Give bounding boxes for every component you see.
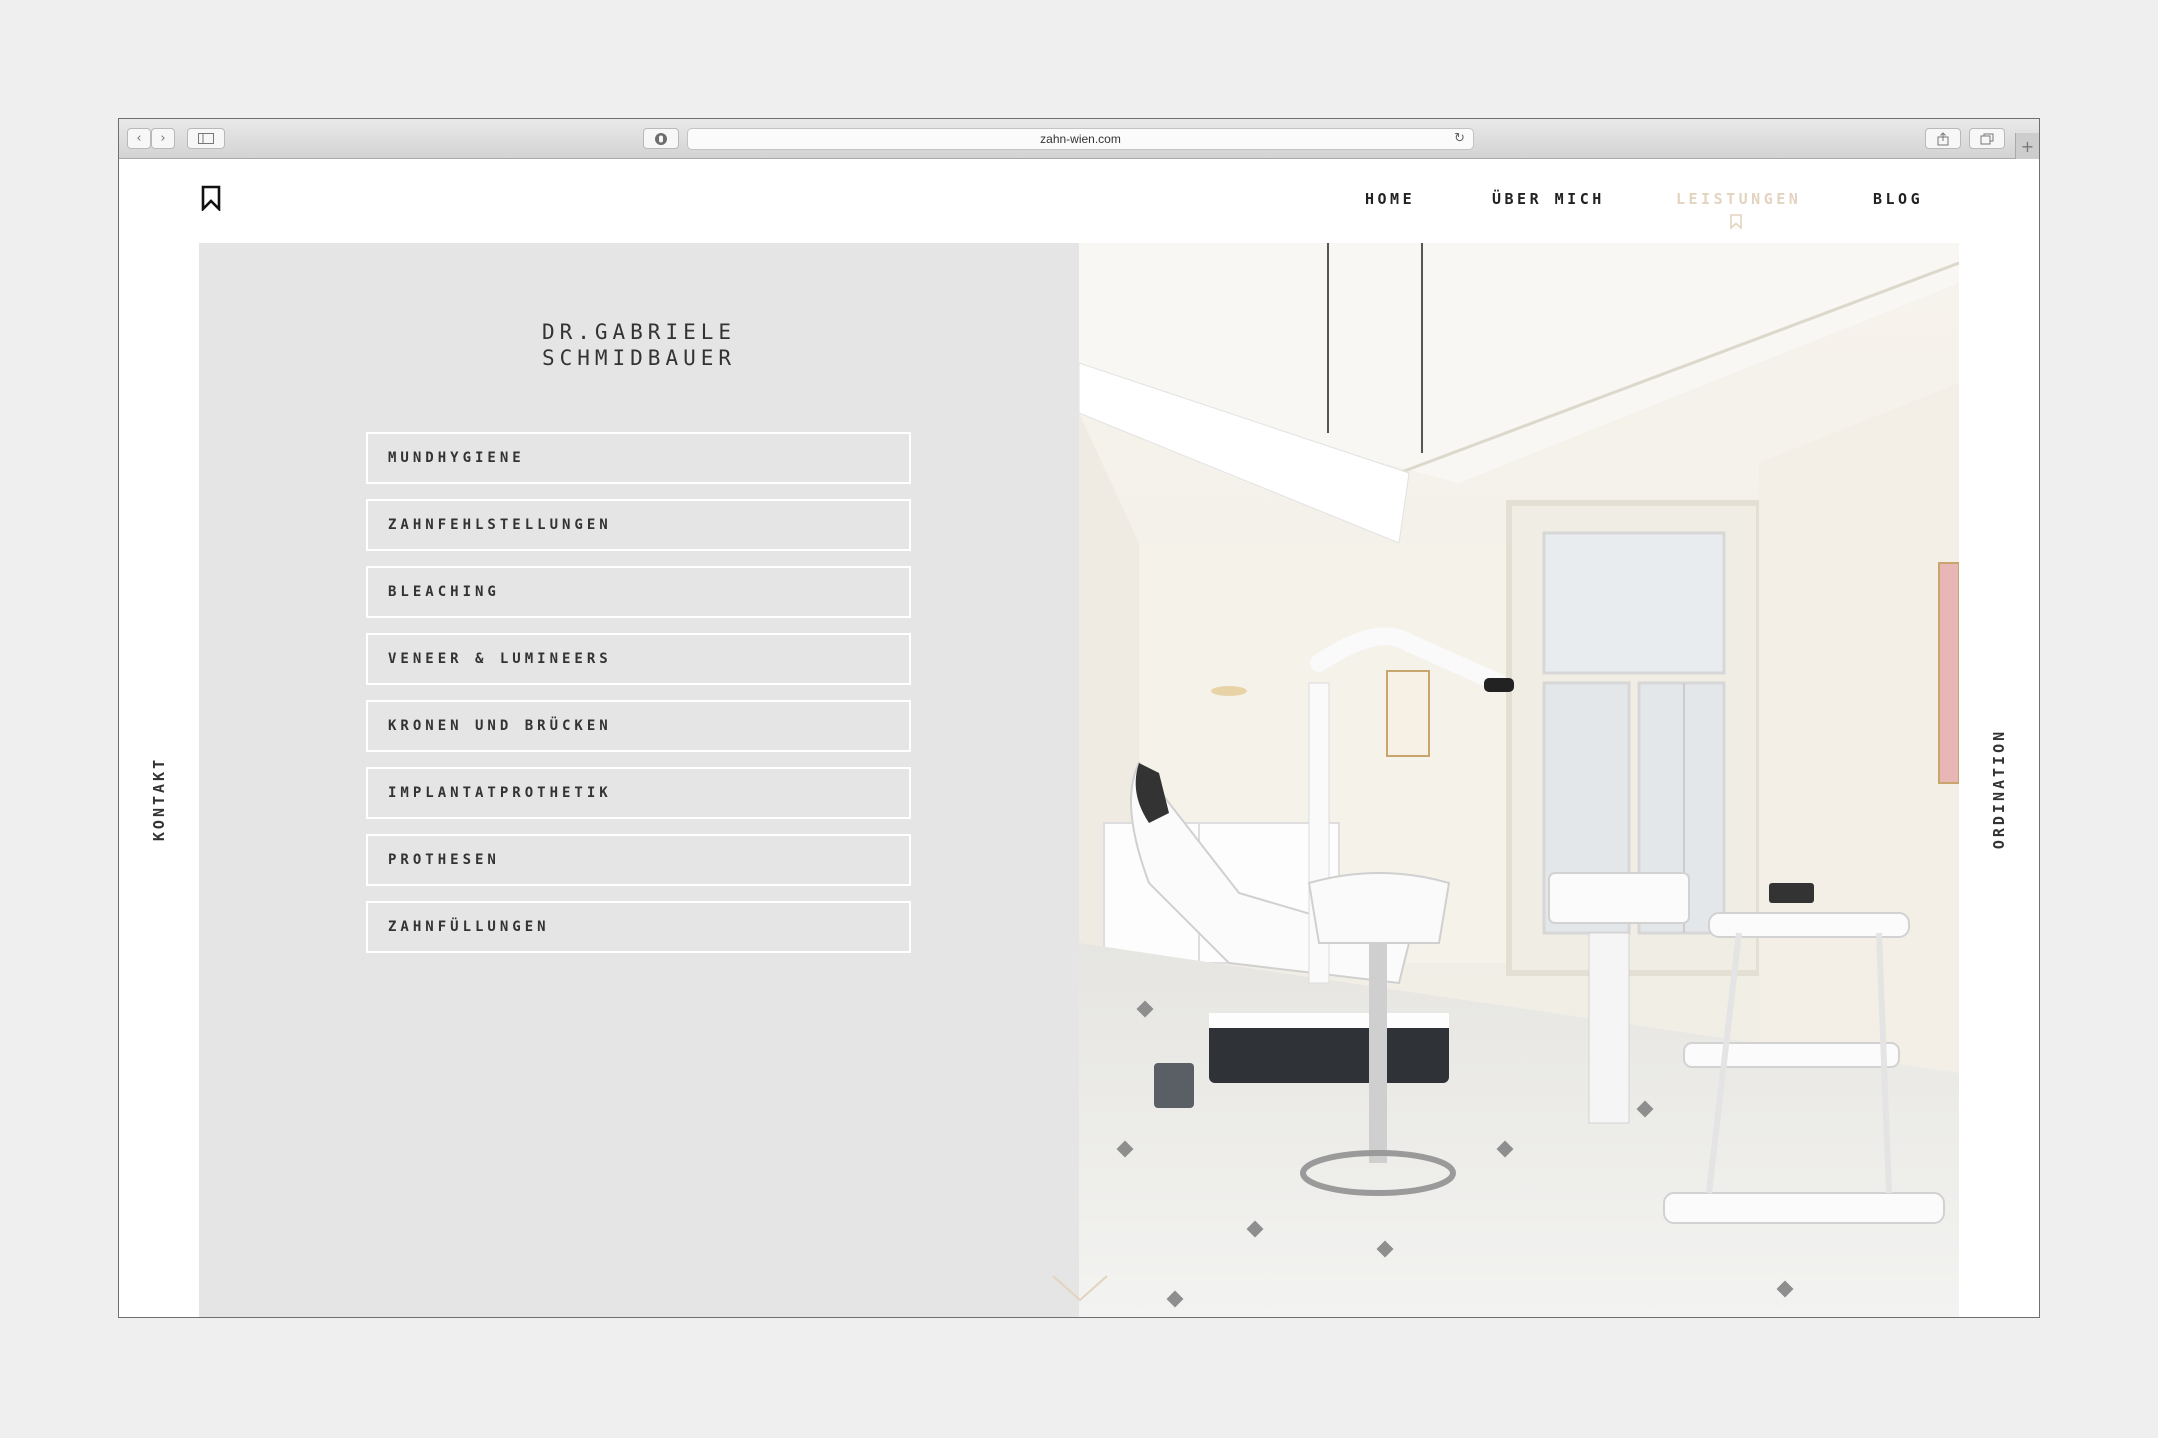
address-bar[interactable]: zahn-wien.com ↻: [687, 128, 1474, 150]
services-list: MUNDHYGIENE ZAHNFEHLSTELLUNGEN BLEACHING…: [366, 432, 911, 968]
plus-icon: +: [2020, 136, 2035, 156]
sidebar-toggle-button[interactable]: [187, 128, 225, 149]
forward-button[interactable]: ›: [151, 128, 175, 149]
chevron-right-icon: ›: [160, 131, 166, 146]
shield-icon: [655, 132, 667, 145]
nav-about[interactable]: ÜBER MICH: [1492, 190, 1605, 208]
nav-home[interactable]: HOME: [1365, 190, 1415, 208]
browser-toolbar: ‹ › zahn-wien.com ↻ +: [119, 119, 2039, 159]
service-button-dental-hygiene[interactable]: MUNDHYGIENE: [366, 432, 911, 484]
chevron-left-icon: ‹: [136, 131, 142, 146]
url-text: zahn-wien.com: [1040, 132, 1121, 146]
tabs-button[interactable]: [1969, 128, 2005, 149]
side-link-practice[interactable]: ORDINATION: [1990, 729, 2008, 849]
service-button-veneers[interactable]: VENEER & LUMINEERS: [366, 633, 911, 685]
sidebar-icon: [198, 133, 214, 144]
hero-section: DR.GABRIELE SCHMIDBAUER MUNDHYGIENE ZAHN…: [199, 243, 1959, 1317]
logo-icon[interactable]: [201, 185, 221, 211]
side-link-contact[interactable]: KONTAKT: [150, 757, 168, 841]
tabs-icon: [1980, 133, 1994, 144]
dental-office-photo: [1079, 243, 1959, 1317]
nav-services[interactable]: LEISTUNGEN: [1676, 190, 1801, 208]
services-panel: DR.GABRIELE SCHMIDBAUER MUNDHYGIENE ZAHN…: [199, 243, 1079, 1317]
share-icon: [1937, 131, 1949, 145]
back-button[interactable]: ‹: [127, 128, 151, 149]
website: HOME ÜBER MICH LEISTUNGEN BLOG KONTAKT O…: [119, 159, 2039, 1317]
browser-window: ‹ › zahn-wien.com ↻ + HOME ÜBER MICH LEI…: [118, 118, 2040, 1318]
service-button-bleaching[interactable]: BLEACHING: [366, 566, 911, 618]
reload-icon[interactable]: ↻: [1454, 131, 1465, 146]
active-bookmark-icon: [1730, 214, 1742, 230]
dental-room-illustration: [1079, 243, 1959, 1317]
nav-blog[interactable]: BLOG: [1873, 190, 1923, 208]
share-button[interactable]: [1925, 128, 1961, 149]
service-button-prostheses[interactable]: PROTHESEN: [366, 834, 911, 886]
doctor-name: DR.GABRIELE SCHMIDBAUER: [541, 320, 737, 370]
scroll-down-chevron-icon[interactable]: [1051, 1273, 1109, 1303]
service-button-crowns-bridges[interactable]: KRONEN UND BRÜCKEN: [366, 700, 911, 752]
new-tab-button[interactable]: +: [2015, 133, 2039, 159]
service-button-implant-prosthetics[interactable]: IMPLANTATPROTHETIK: [366, 767, 911, 819]
privacy-button[interactable]: [643, 128, 679, 149]
service-button-misalignment[interactable]: ZAHNFEHLSTELLUNGEN: [366, 499, 911, 551]
service-button-fillings[interactable]: ZAHNFÜLLUNGEN: [366, 901, 911, 953]
